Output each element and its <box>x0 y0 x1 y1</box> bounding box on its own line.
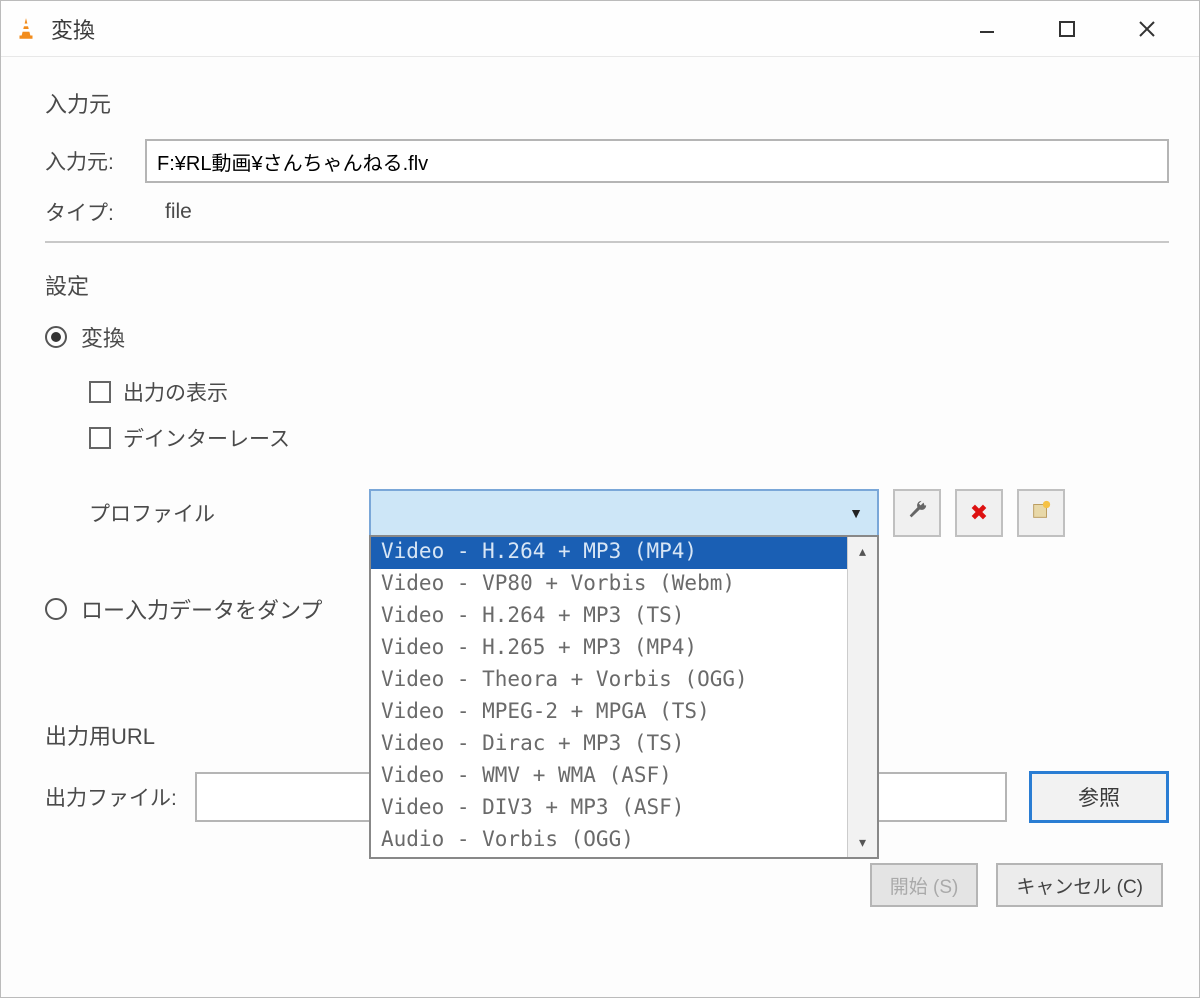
source-input[interactable] <box>145 139 1169 183</box>
output-file-label: 出力ファイル: <box>45 782 195 812</box>
convert-radio[interactable] <box>45 326 67 348</box>
new-icon <box>1030 499 1052 527</box>
titlebar: 変換 <box>1 1 1199 57</box>
delete-profile-button[interactable]: ✖ <box>955 489 1003 537</box>
profile-option[interactable]: Video - H.265 + MP3 (MP4) <box>371 633 877 665</box>
profile-label: プロファイル <box>89 498 369 528</box>
profile-option[interactable]: Video - H.264 + MP3 (MP4) <box>371 537 877 569</box>
profile-combobox[interactable]: ▼ <box>369 489 879 537</box>
settings-section-title: 設定 <box>45 269 1169 301</box>
chevron-down-icon: ▼ <box>849 505 863 521</box>
type-label: タイプ: <box>45 197 145 227</box>
convert-radio-label: 変換 <box>81 321 125 353</box>
minimize-button[interactable] <box>967 9 1007 49</box>
dialog-footer: 開始 (S) キャンセル (C) <box>45 863 1169 907</box>
deinterlace-label: デインターレース <box>123 423 290 453</box>
profile-option[interactable]: Audio - Vorbis (OGG) <box>371 825 877 857</box>
profile-row: プロファイル ▼ Video - H.264 + MP3 (MP4) Video… <box>89 489 1169 537</box>
edit-profile-button[interactable] <box>893 489 941 537</box>
vlc-icon <box>13 16 39 42</box>
profile-option[interactable]: Video - Dirac + MP3 (TS) <box>371 729 877 761</box>
divider <box>45 241 1169 243</box>
convert-dialog: 変換 入力元 入力元: タイプ: file 設定 <box>0 0 1200 998</box>
scroll-down-icon[interactable]: ▾ <box>859 834 866 851</box>
deinterlace-checkbox[interactable] <box>89 427 111 449</box>
profile-option[interactable]: Video - H.264 + MP3 (TS) <box>371 601 877 633</box>
dump-radio[interactable] <box>45 598 67 620</box>
dropdown-scrollbar[interactable]: ▴ ▾ <box>847 537 877 857</box>
source-label: 入力元: <box>45 146 145 176</box>
window-controls <box>967 9 1187 49</box>
dump-radio-label: ロー入力データをダンプ <box>81 593 322 625</box>
profile-option[interactable]: Video - WMV + WMA (ASF) <box>371 761 877 793</box>
source-field-row: 入力元: <box>45 139 1169 183</box>
new-profile-button[interactable] <box>1017 489 1065 537</box>
scroll-up-icon[interactable]: ▴ <box>859 543 866 560</box>
window-title: 変換 <box>51 13 95 45</box>
profile-option[interactable]: Video - Theora + Vorbis (OGG) <box>371 665 877 697</box>
profile-option[interactable]: Video - VP80 + Vorbis (Webm) <box>371 569 877 601</box>
convert-radio-row[interactable]: 変換 <box>45 321 1169 353</box>
close-button[interactable] <box>1127 9 1167 49</box>
delete-icon: ✖ <box>970 500 988 526</box>
deinterlace-checkbox-row[interactable]: デインターレース <box>89 423 1169 453</box>
profile-option[interactable]: Video - MPEG-2 + MPGA (TS) <box>371 697 877 729</box>
type-value: file <box>145 200 192 224</box>
profile-option[interactable]: Video - DIV3 + MP3 (ASF) <box>371 793 877 825</box>
dialog-content: 入力元 入力元: タイプ: file 設定 変換 出力の表示 デインターレース … <box>1 57 1199 997</box>
browse-button[interactable]: 参照 <box>1029 771 1169 823</box>
input-section-title: 入力元 <box>45 87 1169 119</box>
show-output-checkbox-row[interactable]: 出力の表示 <box>89 377 1169 407</box>
show-output-checkbox[interactable] <box>89 381 111 403</box>
show-output-label: 出力の表示 <box>123 377 228 407</box>
start-button[interactable]: 開始 (S) <box>870 863 979 907</box>
profile-dropdown-list: Video - H.264 + MP3 (MP4) Video - VP80 +… <box>369 535 879 859</box>
cancel-button[interactable]: キャンセル (C) <box>996 863 1163 907</box>
wrench-icon <box>906 499 928 527</box>
maximize-button[interactable] <box>1047 9 1087 49</box>
type-field-row: タイプ: file <box>45 197 1169 227</box>
